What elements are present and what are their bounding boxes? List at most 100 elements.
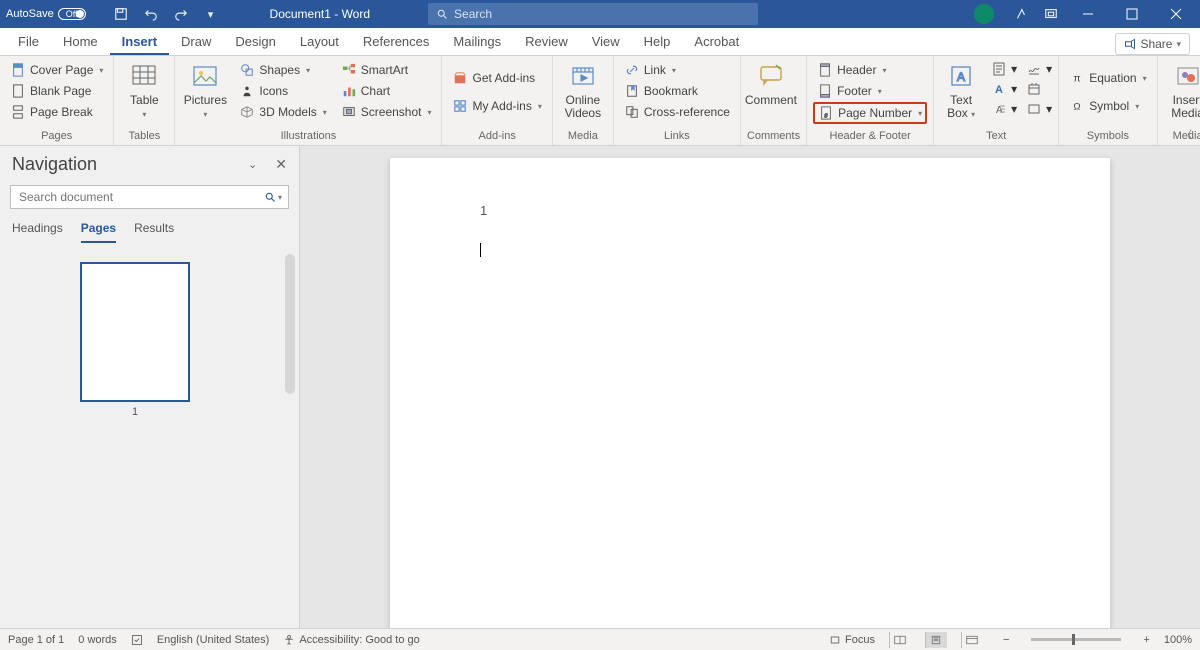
search-placeholder: Search [454,7,492,21]
insert-media-button[interactable]: Insert Media [1164,60,1200,122]
symbol-icon: Ω [1069,98,1085,114]
status-accessibility[interactable]: Accessibility: Good to go [283,634,419,646]
date-time-button[interactable] [1023,80,1052,98]
icons-button[interactable]: Icons [235,81,330,101]
tab-insert[interactable]: Insert [110,28,169,55]
icons-icon [239,83,255,99]
autosave-toggle[interactable]: AutoSave Off [6,8,102,20]
nav-tab-headings[interactable]: Headings [12,221,63,243]
status-spellcheck[interactable] [131,634,143,646]
status-language[interactable]: English (United States) [157,634,270,646]
smartart-button[interactable]: SmartArt [337,60,436,80]
tab-file[interactable]: File [6,28,51,55]
shapes-icon [239,62,255,78]
save-icon[interactable] [110,3,132,25]
page-number-button[interactable]: #Page Number▾ [813,102,927,124]
tab-review[interactable]: Review [513,28,580,55]
tab-home[interactable]: Home [51,28,110,55]
read-mode-button[interactable] [889,632,911,648]
drop-cap-button[interactable]: A▾ [988,100,1017,118]
object-button[interactable]: ▾ [1023,100,1052,118]
tab-design[interactable]: Design [223,28,287,55]
minimize-button[interactable] [1070,0,1106,28]
svg-text:#: # [825,113,828,119]
tab-draw[interactable]: Draw [169,28,223,55]
header-button[interactable]: Header▾ [813,60,927,80]
cross-reference-button[interactable]: Cross-reference [620,102,734,122]
header-page-number: 1 [480,203,487,218]
3d-models-button[interactable]: 3D Models▾ [235,102,330,122]
page-break-icon [10,104,26,120]
online-videos-button[interactable]: Online Videos [559,60,607,122]
zoom-out-button[interactable]: − [1003,634,1009,646]
print-layout-button[interactable] [925,632,947,648]
svg-text:Ω: Ω [1074,102,1081,113]
page-thumbnail[interactable] [80,262,190,402]
footer-icon [817,83,833,99]
page-break-button[interactable]: Page Break [6,102,107,122]
text-box-button[interactable]: A Text Box ▾ [940,60,982,122]
screenshot-button[interactable]: Screenshot▾ [337,102,436,122]
zoom-slider[interactable] [1031,638,1121,641]
nav-scrollbar[interactable] [285,254,295,394]
chart-icon [341,83,357,99]
quick-parts-button[interactable]: ▾ [988,60,1017,78]
share-button[interactable]: Share▾ [1115,33,1190,55]
document-canvas[interactable]: 1 [300,146,1200,628]
blank-page-button[interactable]: Blank Page [6,81,107,101]
tab-help[interactable]: Help [632,28,683,55]
group-comments: Comment Comments [741,56,807,145]
signature-line-button[interactable]: ▾ [1023,60,1052,78]
cover-page-icon [10,62,26,78]
status-page[interactable]: Page 1 of 1 [8,634,64,646]
navigation-search[interactable]: ▾ [10,185,289,209]
my-addins-button[interactable]: My Add-ins▾ [448,96,545,116]
collapse-ribbon-icon[interactable]: 〈 [1182,126,1192,141]
diagnostics-icon[interactable] [1010,3,1032,25]
user-avatar[interactable] [974,4,994,24]
screenshot-icon [341,104,357,120]
tab-mailings[interactable]: Mailings [441,28,513,55]
close-button[interactable] [1158,0,1194,28]
link-button[interactable]: Link▾ [620,60,734,80]
table-button[interactable]: Table▾ [120,60,168,122]
tab-view[interactable]: View [580,28,632,55]
shapes-button[interactable]: Shapes▾ [235,60,330,80]
svg-text:π: π [1074,73,1081,85]
tab-acrobat[interactable]: Acrobat [682,28,751,55]
cover-page-button[interactable]: Cover Page▾ [6,60,107,80]
nav-tab-results[interactable]: Results [134,221,174,243]
zoom-level[interactable]: 100% [1164,634,1192,646]
search-icon[interactable]: ▾ [264,191,282,203]
undo-icon[interactable] [140,3,162,25]
tab-layout[interactable]: Layout [288,28,351,55]
quickaccess-more-icon[interactable]: ▾ [200,3,222,25]
group-pages: Cover Page▾ Blank Page Page Break Pages [0,56,114,145]
navigation-close-icon[interactable]: ✕ [275,156,287,173]
ribbon-tabs: File Home Insert Draw Design Layout Refe… [0,28,1200,56]
chart-button[interactable]: Chart [337,81,436,101]
comment-button[interactable]: Comment [747,60,795,109]
group-text: A Text Box ▾ ▾ A▾ A▾ ▾ ▾ Text [934,56,1059,145]
wordart-button[interactable]: A▾ [988,80,1017,98]
nav-tab-pages[interactable]: Pages [81,221,116,243]
search-box[interactable]: Search [428,3,758,25]
navigation-search-input[interactable] [17,189,229,205]
equation-button[interactable]: πEquation▾ [1065,68,1150,88]
svg-text:A: A [957,70,965,84]
tab-references[interactable]: References [351,28,441,55]
focus-mode-button[interactable]: Focus [829,634,875,646]
pictures-button[interactable]: Pictures▾ [181,60,229,122]
status-words[interactable]: 0 words [78,634,117,646]
footer-button[interactable]: Footer▾ [813,81,927,101]
ribbon-display-icon[interactable] [1040,3,1062,25]
zoom-in-button[interactable]: + [1143,634,1149,646]
navigation-dropdown-icon[interactable]: ⌄ [248,158,257,171]
maximize-button[interactable] [1114,0,1150,28]
get-addins-button[interactable]: Get Add-ins [448,68,545,88]
web-layout-button[interactable] [961,632,983,648]
redo-icon[interactable] [170,3,192,25]
document-page[interactable]: 1 [390,158,1110,628]
symbol-button[interactable]: ΩSymbol▾ [1065,96,1150,116]
bookmark-button[interactable]: Bookmark [620,81,734,101]
